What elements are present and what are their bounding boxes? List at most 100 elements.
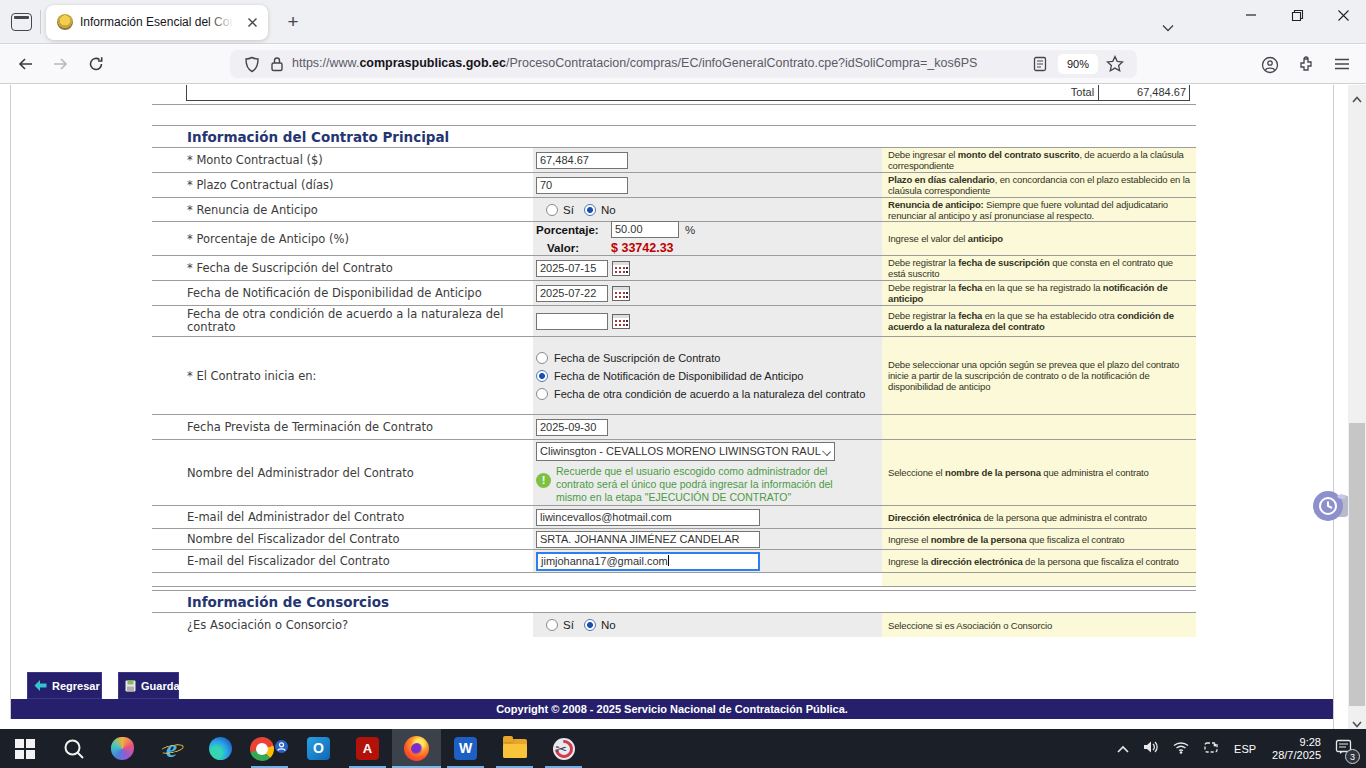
administrador-select[interactable]: Cliwinsgton - CEVALLOS MORENO LIWINSGTON… xyxy=(536,442,835,461)
select-chevron-icon xyxy=(822,447,831,456)
scrollbar[interactable] xyxy=(1348,85,1366,729)
notification-center-icon[interactable]: 3 xyxy=(1335,739,1352,759)
calendar-icon[interactable] xyxy=(612,314,630,329)
fiscalizador-input[interactable]: SRTA. JOHANNA JIMÉNEZ CANDELAR xyxy=(536,531,760,548)
valor-anticipo: $ 33742.33 xyxy=(611,241,674,255)
tab-close-icon[interactable] xyxy=(245,15,260,30)
porcentaje-input[interactable]: 50.00 xyxy=(611,221,679,238)
scrollbar-thumb[interactable] xyxy=(1349,423,1365,706)
url-text: https://www.compraspublicas.gob.ec/Proce… xyxy=(292,56,1244,70)
copilot-icon[interactable] xyxy=(98,729,147,768)
url-bar[interactable]: https://www.compraspublicas.gob.ec/Proce… xyxy=(230,50,1137,78)
fecha-notificacion-input[interactable]: 2025-07-22 xyxy=(536,285,608,302)
new-tab-button[interactable]: + xyxy=(282,11,304,33)
consorcios-table: Información de Consorcios ¿Es Asociación… xyxy=(152,590,1196,637)
hamburger-menu-icon[interactable] xyxy=(1334,56,1350,75)
bookmark-star-icon[interactable] xyxy=(1106,55,1124,77)
total-value: 67,484.67 xyxy=(1099,85,1189,100)
outlook-icon[interactable]: O xyxy=(294,729,343,768)
tab-separator xyxy=(40,10,41,34)
row-fecha-prevista: Fecha Prevista de Terminación de Contrat… xyxy=(152,415,1196,440)
row-fecha-notificacion: Fecha de Notificación de Disponibilidad … xyxy=(152,281,1196,306)
notification-badge: 3 xyxy=(1345,749,1360,764)
fecha-otra-input[interactable] xyxy=(536,313,608,330)
row-fiscalizador: Nombre del Fiscalizador del Contrato SRT… xyxy=(152,529,1196,550)
acrobat-icon[interactable]: A xyxy=(343,729,392,768)
language-indicator[interactable]: ESP xyxy=(1234,743,1256,755)
info-icon: ! xyxy=(536,473,551,488)
back-button[interactable] xyxy=(17,56,34,76)
wifi-icon[interactable] xyxy=(1173,739,1189,758)
scroll-up-icon xyxy=(1352,90,1362,100)
chrome-icon[interactable] xyxy=(245,729,294,768)
firefox-view-icon[interactable] xyxy=(11,13,32,31)
row-renuncia: * Renuncia de Anticipo Sí No Renuncia de… xyxy=(152,198,1196,222)
calendar-icon[interactable] xyxy=(612,261,630,276)
window-minimize-button[interactable] xyxy=(1228,0,1274,30)
row-fecha-suscripcion: * Fecha de Suscripción del Contrato 2025… xyxy=(152,256,1196,281)
file-explorer-icon[interactable] xyxy=(490,729,539,768)
row-fecha-otra: Fecha de otra condición de acuerdo a la … xyxy=(152,306,1196,337)
page-viewport: Total 67,484.67 Información del Contrato… xyxy=(0,85,1348,729)
word-icon[interactable]: W xyxy=(441,729,490,768)
snipping-tool-icon[interactable]: ✂ xyxy=(539,729,588,768)
floating-clock-widget-icon[interactable] xyxy=(1312,489,1348,523)
window-restore-button[interactable] xyxy=(1274,0,1320,30)
admin-note: Recuerde que el usuario escogido como ad… xyxy=(556,465,866,504)
inicia-opcion2-radio[interactable] xyxy=(536,370,548,382)
row-spacer xyxy=(152,573,1196,587)
tracking-shield-icon[interactable] xyxy=(244,56,260,77)
row-contrato-inicia: * El Contrato inicia en: Fecha de Suscri… xyxy=(152,337,1196,415)
fecha-prevista-input[interactable]: 2025-09-30 xyxy=(536,419,608,436)
start-button[interactable] xyxy=(0,729,49,768)
guardar-button[interactable]: Guardar xyxy=(118,672,179,699)
calendar-icon[interactable] xyxy=(612,286,630,301)
reader-mode-icon[interactable] xyxy=(1032,56,1048,76)
consorcio-no-radio[interactable] xyxy=(584,619,596,631)
internet-explorer-icon[interactable]: e xyxy=(147,729,196,768)
site-favicon-icon xyxy=(57,14,73,30)
consorcio-si-radio[interactable] xyxy=(546,619,558,631)
plazo-input[interactable]: 70 xyxy=(536,177,628,194)
windows-taskbar: e O A W ✂ ESP 9:2828/7/2025 3 xyxy=(0,729,1366,768)
extensions-puzzle-icon[interactable] xyxy=(1297,56,1315,78)
total-label: Total xyxy=(187,85,1099,100)
volume-icon[interactable] xyxy=(1143,739,1159,758)
tray-expand-chevron-icon[interactable] xyxy=(1117,739,1129,758)
renuncia-si-radio[interactable] xyxy=(546,204,558,216)
inicia-opcion1-radio[interactable] xyxy=(536,352,548,364)
browser-tab[interactable]: Información Esencial del Contra xyxy=(46,5,268,40)
save-disk-icon xyxy=(125,680,136,692)
firefox-icon[interactable] xyxy=(392,729,441,768)
clock[interactable]: 9:2828/7/2025 xyxy=(1272,736,1321,762)
window-close-button[interactable] xyxy=(1320,0,1366,30)
email-administrador-input[interactable]: liwincevallos@hotmail.com xyxy=(536,509,760,526)
system-tray: ESP 9:2828/7/2025 3 xyxy=(1110,729,1366,768)
row-plazo: * Plazo Contractual (días) 70 Plazo en d… xyxy=(152,173,1196,198)
row-porcentaje: * Porcentaje de Anticipo (%) Porcentaje:… xyxy=(152,222,1196,256)
row-monto: * Monto Contractual ($) 67,484.67 Debe i… xyxy=(152,148,1196,173)
monto-input[interactable]: 67,484.67 xyxy=(536,152,628,169)
list-tabs-chevron-icon[interactable] xyxy=(1162,17,1174,25)
account-profile-icon[interactable] xyxy=(1261,56,1279,78)
edge-icon[interactable] xyxy=(196,729,245,768)
inicia-opcion3-radio[interactable] xyxy=(536,388,548,400)
forward-button[interactable] xyxy=(52,56,69,76)
browser-tab-bar: Información Esencial del Contra + xyxy=(0,0,1366,44)
scroll-down-icon xyxy=(1352,714,1362,724)
zoom-level-indicator[interactable]: 90% xyxy=(1058,54,1098,74)
lock-icon[interactable] xyxy=(270,56,284,76)
regresar-button[interactable]: Regresar xyxy=(27,672,102,699)
email-fiscalizador-input[interactable]: jimjohanna17@gmail.com xyxy=(536,552,760,571)
fecha-suscripcion-input[interactable]: 2025-07-15 xyxy=(536,260,608,277)
footer-copyright: Copyright © 2008 - 2025 Servicio Naciona… xyxy=(11,699,1333,719)
row-email-administrador: E-mail del Administrador del Contrato li… xyxy=(152,506,1196,529)
total-row: Total 67,484.67 xyxy=(186,85,1190,101)
section-title-consorcios: Información de Consorcios xyxy=(152,594,389,610)
search-icon[interactable] xyxy=(49,729,98,768)
browser-toolbar: https://www.compraspublicas.gob.ec/Proce… xyxy=(0,45,1366,84)
renuncia-no-radio[interactable] xyxy=(584,204,596,216)
reload-button[interactable] xyxy=(88,56,105,76)
chrome-profile-badge xyxy=(274,739,289,758)
cast-connect-icon[interactable] xyxy=(1203,739,1219,758)
